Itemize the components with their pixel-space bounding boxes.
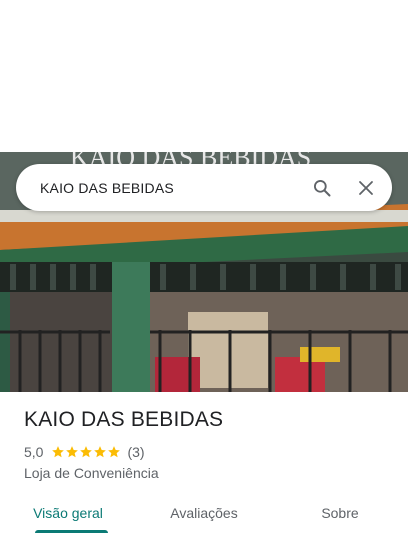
star-icon: [94, 446, 107, 458]
tab-overview[interactable]: Visão geral: [0, 495, 136, 535]
search-icon: [314, 179, 331, 196]
tab-reviews[interactable]: Avaliações: [136, 495, 272, 535]
active-tab-indicator: [35, 530, 108, 533]
review-count: (3): [127, 444, 145, 460]
place-tabs: Visão geral Avaliações Sobre: [0, 495, 408, 535]
search-button[interactable]: [304, 170, 340, 206]
star-icon: [108, 446, 121, 458]
rating-row[interactable]: 5,0 (3): [24, 444, 145, 460]
star-icon: [66, 446, 79, 458]
star-icon: [52, 446, 65, 458]
tab-reviews-label: Avaliações: [170, 505, 238, 521]
star-icon: [80, 446, 93, 458]
tab-overview-label: Visão geral: [33, 505, 103, 521]
place-title: KAIO DAS BEBIDAS: [24, 408, 224, 431]
rating-value: 5,0: [24, 444, 44, 460]
tab-about-label: Sobre: [321, 505, 359, 521]
place-category: Loja de Conveniência: [24, 465, 159, 481]
rating-stars: [51, 445, 121, 459]
close-button[interactable]: [348, 170, 384, 206]
search-input[interactable]: KAIO DAS BEBIDAS: [40, 180, 304, 196]
close-icon: [359, 180, 373, 195]
search-bar[interactable]: KAIO DAS BEBIDAS: [16, 164, 392, 211]
tab-about[interactable]: Sobre: [272, 495, 408, 535]
